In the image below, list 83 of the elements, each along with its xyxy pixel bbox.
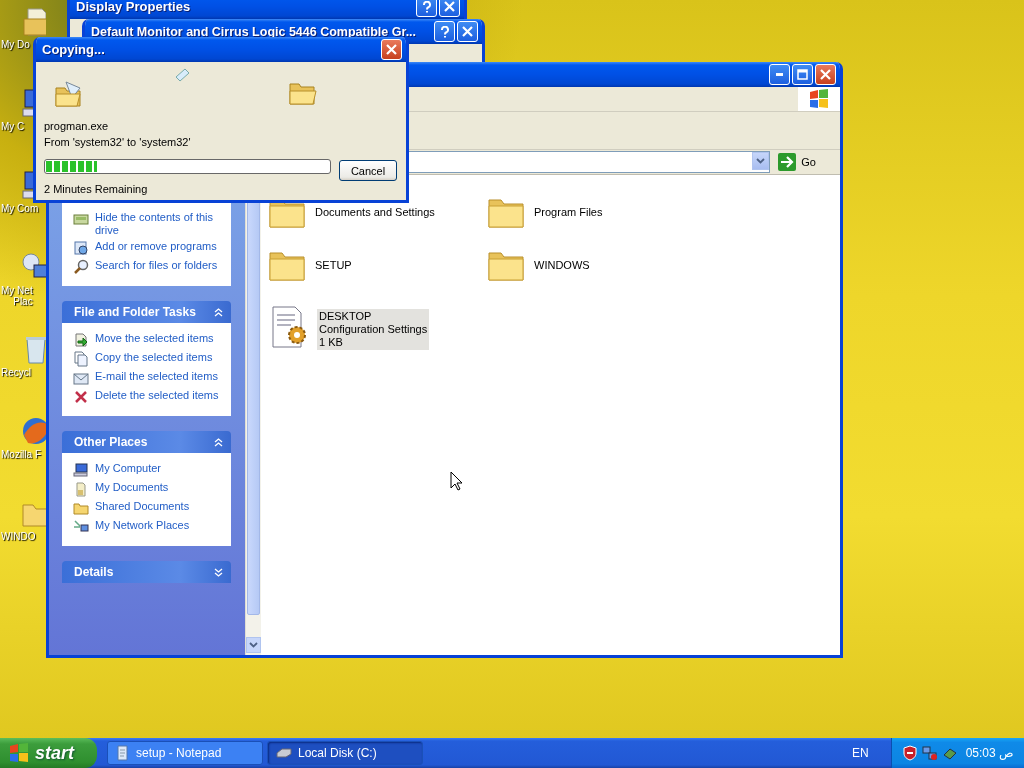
panel-title: Other Places: [74, 435, 148, 449]
open-folder-icon: [54, 80, 84, 108]
search-icon: [73, 259, 89, 275]
window-title: Copying...: [42, 42, 106, 57]
close-icon: [444, 1, 455, 12]
task-link[interactable]: Shared Documents: [95, 500, 221, 513]
collapse-chevron-icon: [214, 307, 223, 317]
panel-header[interactable]: Details: [62, 561, 231, 583]
task-link[interactable]: Hide the contents of this drive: [95, 211, 221, 237]
copy-path-text: From 'system32' to 'system32': [44, 135, 192, 150]
windows-logo-icon: [808, 89, 830, 109]
close-icon: [820, 69, 831, 80]
cancel-button[interactable]: Cancel: [339, 160, 397, 181]
windows-logo-icon: [8, 743, 30, 763]
task-link[interactable]: My Computer: [95, 462, 221, 475]
delete-icon: [73, 389, 89, 405]
folder-icon: [288, 80, 318, 106]
close-button[interactable]: [815, 64, 836, 85]
time-remaining: 2 Minutes Remaining: [44, 182, 149, 197]
close-button[interactable]: [457, 21, 478, 42]
notepad-icon: [116, 745, 130, 761]
file-label[interactable]: WINDOWS: [532, 258, 592, 273]
expand-chevron-icon: [214, 567, 223, 577]
question-mark-icon: [420, 0, 433, 13]
file-label[interactable]: Program Files: [532, 205, 605, 220]
help-button[interactable]: [416, 0, 437, 17]
close-button[interactable]: [381, 39, 402, 60]
file-label[interactable]: Documents and Settings: [313, 205, 437, 220]
minimize-icon: [776, 73, 783, 76]
paper-icon: [174, 68, 190, 82]
clock[interactable]: 05:03 ص: [965, 746, 1014, 760]
drive-icon: [73, 211, 89, 227]
arrow-icon: [778, 153, 797, 171]
computer-icon: [73, 462, 89, 478]
window-title: Display Properties: [76, 0, 192, 14]
mouse-pointer-icon: [450, 471, 463, 491]
folder-icon: [73, 500, 89, 516]
minimize-button[interactable]: [769, 64, 790, 85]
scroll-down-button[interactable]: [246, 637, 261, 653]
language-indicator[interactable]: EN: [851, 746, 869, 760]
help-button[interactable]: [434, 21, 455, 42]
file-name: progman.exe: [44, 119, 110, 134]
envelope-icon: [73, 370, 89, 386]
panel-title: File and Folder Tasks: [74, 305, 196, 319]
file-label[interactable]: SETUP: [313, 258, 354, 273]
copy-icon: [73, 351, 89, 367]
task-link[interactable]: Copy the selected items: [95, 351, 221, 364]
collapse-chevron-icon: [214, 437, 223, 447]
drive-icon: [276, 748, 292, 758]
caret-icon: [249, 642, 258, 648]
taskbar-button[interactable]: Local Disk (C:): [267, 741, 423, 765]
maximize-icon: [797, 69, 808, 80]
dropdown-button[interactable]: [752, 152, 770, 170]
close-button[interactable]: [439, 0, 460, 17]
task-link[interactable]: My Network Places: [95, 519, 221, 532]
task-link[interactable]: Add or remove programs: [95, 240, 221, 253]
close-icon: [386, 44, 397, 55]
task-link[interactable]: My Documents: [95, 481, 221, 494]
computer-icon[interactable]: [22, 169, 33, 201]
maximize-button[interactable]: [792, 64, 813, 85]
caret-icon: [756, 158, 766, 164]
question-mark-icon: [438, 25, 451, 38]
documents-icon[interactable]: [22, 5, 46, 37]
panel-header[interactable]: Other Places: [62, 431, 231, 453]
task-link[interactable]: Search for files or folders: [95, 259, 221, 272]
panel-title: Details: [74, 565, 114, 579]
go-button[interactable]: Go: [774, 153, 820, 171]
start-button[interactable]: start: [0, 738, 97, 768]
installer-icon: [73, 240, 89, 256]
task-link[interactable]: Move the selected items: [95, 332, 221, 345]
move-icon: [73, 332, 89, 348]
documents-icon: [73, 481, 89, 497]
file-label[interactable]: DESKTOP Configuration Settings 1 KB: [317, 309, 430, 350]
network-icon: [73, 519, 89, 535]
computer-icon[interactable]: [22, 87, 33, 119]
task-link[interactable]: Delete the selected items: [95, 389, 221, 402]
task-link[interactable]: E-mail the selected items: [95, 370, 221, 383]
close-icon: [462, 26, 473, 37]
settings-file-icon[interactable]: [269, 305, 309, 349]
shield-icon[interactable]: [901, 745, 918, 761]
panel-header[interactable]: File and Folder Tasks: [62, 301, 231, 323]
network-icon[interactable]: [921, 745, 938, 761]
taskbar-button[interactable]: setup - Notepad: [107, 741, 263, 765]
